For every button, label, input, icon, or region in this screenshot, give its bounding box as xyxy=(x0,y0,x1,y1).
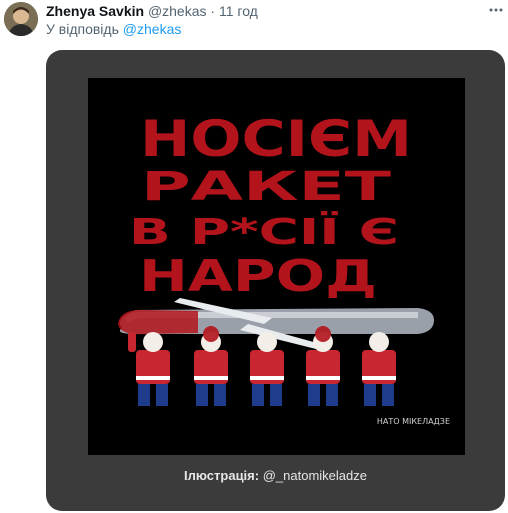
headline-line-1: НОСІЄМ xyxy=(140,110,412,168)
illustration-artwork: НОСІЄМ РАКЕТ В Р*СІЇ Є НАРОД НАТО МІКЕЛА… xyxy=(88,78,465,455)
time-separator: · xyxy=(210,3,216,19)
more-icon[interactable] xyxy=(488,2,504,18)
media-card[interactable]: НОСІЄМ РАКЕТ В Р*СІЇ Є НАРОД НАТО МІКЕЛА… xyxy=(46,50,505,511)
credit-handle: @_natomikeladze xyxy=(262,468,367,483)
reply-prefix: У відповідь xyxy=(46,21,119,37)
reply-mention-link[interactable]: @zhekas xyxy=(123,21,182,37)
headline-line-4: НАРОД xyxy=(139,251,377,302)
tweet-time[interactable]: 11 год xyxy=(219,3,258,19)
artist-signature: НАТО МІКЕЛАДЗЕ xyxy=(377,417,450,426)
tweet-header: Zhenya Savkin @zhekas · 11 год xyxy=(46,2,446,20)
reply-context: У відповідь @zhekas xyxy=(46,20,181,38)
author-handle[interactable]: @zhekas xyxy=(148,3,207,19)
avatar-image xyxy=(4,2,38,36)
headline: НОСІЄМ РАКЕТ В Р*СІЇ Є НАРОД xyxy=(129,110,412,302)
headline-line-3: В Р*СІЇ Є xyxy=(129,211,399,253)
illustration[interactable]: НОСІЄМ РАКЕТ В Р*СІЇ Є НАРОД НАТО МІКЕЛА… xyxy=(88,78,465,455)
author-name[interactable]: Zhenya Savkin xyxy=(46,3,144,19)
illustration-credit: Ілюстрація: @_natomikeladze xyxy=(46,467,505,485)
credit-label: Ілюстрація: xyxy=(184,468,260,483)
avatar[interactable] xyxy=(4,2,38,36)
headline-line-2: РАКЕТ xyxy=(141,164,392,210)
